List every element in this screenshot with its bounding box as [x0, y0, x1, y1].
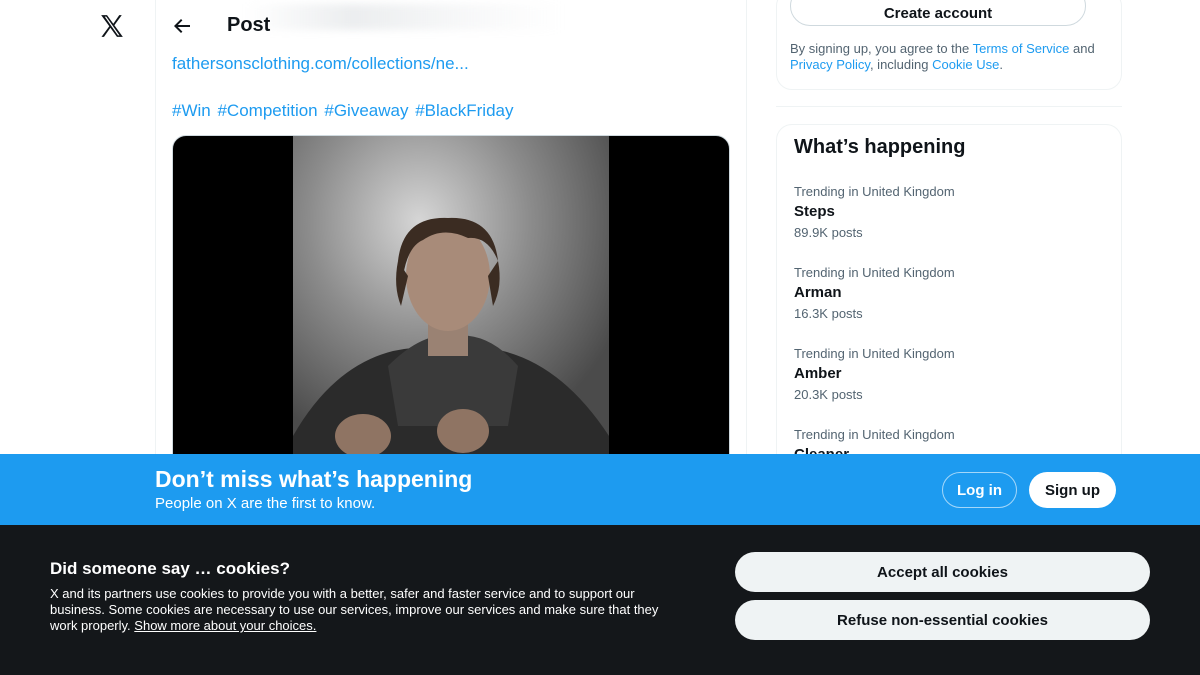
trend-context: Trending in United Kingdom: [794, 346, 955, 361]
trend-name: Amber: [794, 365, 842, 382]
trend-name: Arman: [794, 284, 842, 301]
banner-subtitle: People on X are the first to know.: [155, 495, 376, 512]
hashtag-link[interactable]: #Win: [172, 101, 211, 120]
banner-title: Don’t miss what’s happening: [155, 466, 473, 492]
cookie-use-link[interactable]: Cookie Use: [932, 57, 999, 72]
trend-count: 16.3K posts: [794, 306, 863, 321]
post-media[interactable]: [172, 135, 730, 475]
page: Post fathersonsclothing.com/collections/…: [0, 0, 1200, 675]
privacy-policy-link[interactable]: Privacy Policy: [790, 57, 870, 72]
accept-cookies-button[interactable]: Accept all cookies: [735, 552, 1150, 592]
sign-up-button[interactable]: Sign up: [1029, 472, 1116, 508]
trend-context: Trending in United Kingdom: [794, 184, 955, 199]
cookie-title: Did someone say … cookies?: [50, 559, 290, 578]
hashtag-link[interactable]: #BlackFriday: [415, 101, 513, 120]
page-title: Post: [227, 14, 271, 36]
cookie-text: X and its partners use cookies to provid…: [50, 586, 675, 634]
trend-item[interactable]: Trending in United Kingdom Steps 89.9K p…: [794, 184, 955, 240]
trends-heading: What’s happening: [794, 136, 966, 158]
divider: [776, 106, 1122, 107]
hashtags: #Win #Competition #Giveaway #BlackFriday: [172, 101, 515, 121]
hashtag-link[interactable]: #Competition: [217, 101, 317, 120]
log-in-button[interactable]: Log in: [942, 472, 1017, 508]
cookie-consent-bar: Did someone say … cookies? X and its par…: [0, 525, 1200, 675]
photo-illustration: [293, 136, 609, 474]
trend-name: Steps: [794, 203, 835, 220]
hashtag-link[interactable]: #Giveaway: [324, 101, 408, 120]
trend-count: 20.3K posts: [794, 387, 863, 402]
terms-end: .: [999, 57, 1003, 72]
trend-count: 89.9K posts: [794, 225, 863, 240]
terms-of-service-link[interactable]: Terms of Service: [973, 41, 1070, 56]
refuse-cookies-button[interactable]: Refuse non-essential cookies: [735, 600, 1150, 640]
cookie-choices-link[interactable]: Show more about your choices.: [134, 618, 316, 633]
trend-context: Trending in United Kingdom: [794, 427, 955, 442]
post-photo: [293, 136, 609, 474]
trend-item[interactable]: Trending in United Kingdom Arman 16.3K p…: [794, 265, 955, 321]
trend-item[interactable]: Trending in United Kingdom Amber 20.3K p…: [794, 346, 955, 402]
x-logo-icon[interactable]: [99, 13, 125, 39]
arrow-left-icon[interactable]: [170, 14, 194, 38]
blurred-text: [245, 4, 565, 30]
create-account-button[interactable]: Create account: [790, 0, 1086, 26]
trend-context: Trending in United Kingdom: [794, 265, 955, 280]
terms-including: , including: [869, 57, 933, 72]
terms-text: By signing up, you agree to the Terms of…: [790, 41, 1110, 73]
post-link[interactable]: fathersonsclothing.com/collections/ne...: [172, 54, 469, 74]
terms-prefix: By signing up, you agree to the: [790, 41, 973, 56]
login-banner: Don’t miss what’s happening People on X …: [0, 454, 1200, 525]
terms-and: and: [1069, 41, 1095, 56]
